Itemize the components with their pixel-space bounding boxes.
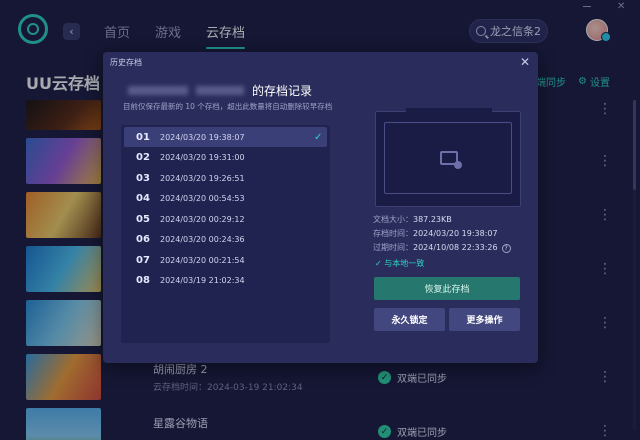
save-number: 02 xyxy=(136,151,150,163)
dialog-title: 的存档记录 xyxy=(128,82,312,99)
local-status-label: 与本地一致 xyxy=(384,259,425,268)
save-number: 08 xyxy=(136,274,150,286)
expire-time-value: 2024/10/08 22:33:26 xyxy=(413,243,498,252)
save-list-item[interactable]: 03 2024/03/20 19:26:51 xyxy=(124,168,327,188)
save-time-value: 2024/03/20 19:38:07 xyxy=(413,229,498,238)
save-time: 2024/03/20 00:24:36 xyxy=(160,234,245,244)
file-size-label: 文档大小： xyxy=(373,215,413,224)
save-list-item[interactable]: 05 2024/03/20 00:29:12 xyxy=(124,209,327,229)
save-list-item[interactable]: 08 2024/03/19 21:02:34 xyxy=(124,270,327,290)
restore-save-button[interactable]: 恢复此存档 xyxy=(374,277,520,300)
save-time: 2024/03/20 19:26:51 xyxy=(160,173,245,183)
preview-tab xyxy=(406,108,492,114)
expire-time-info: 过期时间：2024/10/08 22:33:26? xyxy=(373,242,511,253)
save-list-item[interactable]: 02 2024/03/20 19:31:00 xyxy=(124,147,327,167)
save-number: 05 xyxy=(136,213,150,225)
save-number: 04 xyxy=(136,192,150,204)
permanent-lock-button[interactable]: 永久锁定 xyxy=(374,308,445,331)
save-list-item[interactable]: 04 2024/03/20 00:54:53 xyxy=(124,188,327,208)
save-time: 2024/03/20 00:54:53 xyxy=(160,193,245,203)
save-time: 2024/03/20 00:29:12 xyxy=(160,214,245,224)
check-icon: ✓ xyxy=(375,259,385,268)
blurred-game-name xyxy=(128,86,188,95)
history-saves-dialog: 历史存档 ✕ 的存档记录 目前仅保存最新的 10 个存档，超出此数量将自动删除较… xyxy=(103,52,538,363)
save-time: 2024/03/19 21:02:34 xyxy=(160,275,245,285)
dialog-subtitle: 目前仅保存最新的 10 个存档，超出此数量将自动删除较早存档 xyxy=(123,102,333,111)
blurred-game-name xyxy=(196,86,244,95)
check-icon: ✓ xyxy=(314,131,323,143)
local-status: ✓ 与本地一致 xyxy=(375,258,424,269)
save-time: 2024/03/20 00:21:54 xyxy=(160,255,245,265)
file-size-value: 387.23KB xyxy=(413,215,452,224)
save-number: 03 xyxy=(136,172,150,184)
close-icon[interactable]: ✕ xyxy=(520,55,530,69)
save-list-item[interactable]: 01 2024/03/20 19:38:07 ✓ xyxy=(124,127,327,147)
save-number: 07 xyxy=(136,254,150,266)
app-window: ‹ 首页 游戏 云存档 龙之信条2 ✕ UU云存档 端同步 ⚙ 设置 ⋮ ⋮ ⋮… xyxy=(0,0,640,440)
save-list-item[interactable]: 06 2024/03/20 00:24:36 xyxy=(124,229,327,249)
save-number: 06 xyxy=(136,233,150,245)
help-icon[interactable]: ? xyxy=(501,244,511,253)
dialog-header: 历史存档 xyxy=(110,58,142,67)
expire-time-label: 过期时间： xyxy=(373,243,413,252)
more-actions-button[interactable]: 更多操作 xyxy=(449,308,520,331)
save-number: 01 xyxy=(136,131,150,143)
file-size: 文档大小：387.23KB xyxy=(373,214,452,225)
save-list-item[interactable]: 07 2024/03/20 00:21:54 xyxy=(124,250,327,270)
save-time-info: 存档时间：2024/03/20 19:38:07 xyxy=(373,228,498,239)
dialog-title-text: 的存档记录 xyxy=(252,84,313,98)
save-time: 2024/03/20 19:38:07 xyxy=(160,132,245,142)
save-time-label: 存档时间： xyxy=(373,229,413,238)
save-time: 2024/03/20 19:31:00 xyxy=(160,152,245,162)
save-list: 01 2024/03/20 19:38:07 ✓ 02 2024/03/20 1… xyxy=(121,125,330,343)
image-placeholder-icon xyxy=(440,151,462,169)
